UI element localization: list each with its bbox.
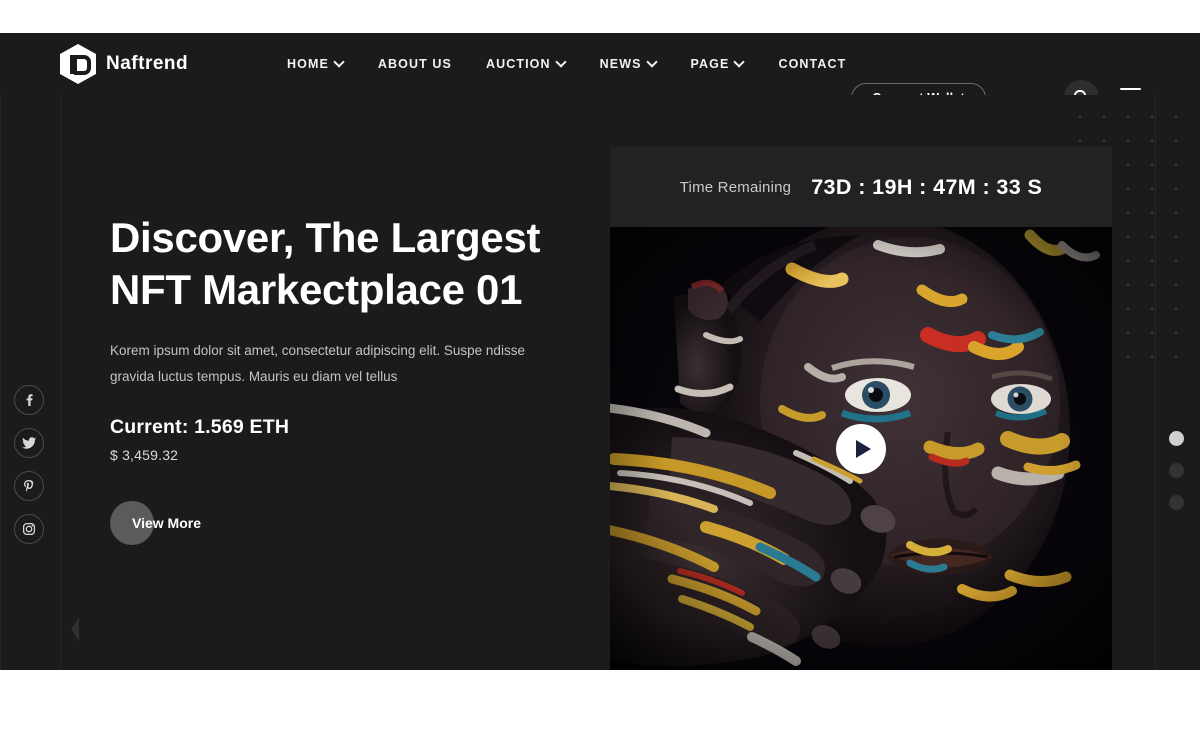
instagram-icon[interactable] [14, 514, 44, 544]
chevron-down-icon [648, 58, 657, 67]
chevron-down-icon [335, 58, 344, 67]
twitter-icon[interactable] [14, 428, 44, 458]
hero-section: Discover, The Largest NFT Markectplace 0… [0, 95, 1200, 670]
nav-item-about-us[interactable]: ABOUT US [361, 57, 469, 71]
nav-label: CONTACT [778, 57, 847, 71]
hero-divider-line-left [0, 95, 1, 670]
view-more-label: View More [132, 515, 201, 532]
main-navigation: HOME ABOUT US AUCTION NEWS PAGE CONTACT [270, 33, 863, 95]
top-white-strip [0, 0, 1200, 33]
slider-pagination [1169, 431, 1184, 510]
chevron-down-icon [735, 58, 744, 67]
social-links [14, 385, 44, 544]
current-price: Current: 1.569 ETH [110, 415, 290, 438]
hero-description: Korem ipsum dolor sit amet, consectetur … [110, 343, 525, 385]
slider-dot-1[interactable] [1169, 431, 1184, 446]
usd-price: $ 3,459.32 [110, 446, 179, 463]
facebook-icon[interactable] [14, 385, 44, 415]
page-root: Naftrend HOME ABOUT US AUCTION NEWS PAGE [0, 0, 1200, 750]
countdown-value: 73D : 19H : 47M : 33 S [811, 174, 1043, 199]
hexagon-d-logo-icon [60, 44, 96, 84]
nav-label: AUCTION [485, 57, 551, 71]
chevron-left-icon[interactable] [68, 615, 82, 643]
play-icon[interactable] [836, 423, 886, 474]
brand-logo[interactable]: Naftrend [60, 33, 188, 95]
nav-label: ABOUT US [377, 57, 452, 71]
nav-item-contact[interactable]: CONTACT [761, 57, 863, 71]
view-more-button[interactable]: View More [110, 500, 550, 546]
brand-name: Naftrend [106, 53, 189, 74]
nav-label: HOME [287, 57, 329, 71]
slider-dot-2[interactable] [1169, 463, 1184, 478]
nav-item-page[interactable]: PAGE [674, 57, 762, 71]
nav-item-auction[interactable]: AUCTION [469, 57, 583, 71]
nav-item-news[interactable]: NEWS [583, 57, 674, 71]
nav-label: PAGE [690, 57, 730, 71]
site-header: Naftrend HOME ABOUT US AUCTION NEWS PAGE [0, 33, 1200, 115]
nav-item-home[interactable]: HOME [270, 57, 361, 71]
hero-content: Discover, The Largest NFT Markectplace 0… [110, 212, 550, 546]
headline-line-2: NFT Markectplace 01 [110, 266, 523, 314]
nav-label: NEWS [599, 57, 642, 71]
countdown-label: Time Remaining [679, 178, 792, 196]
bottom-white-strip [0, 670, 1200, 750]
hero-divider-line-inner [60, 95, 61, 670]
countdown-bar: Time Remaining 73D : 19H : 47M : 33 S [610, 147, 1112, 227]
chevron-down-icon [557, 58, 566, 67]
hero-image [610, 227, 1112, 670]
page-title: Discover, The Largest NFT Markectplace 0… [110, 212, 550, 316]
pinterest-icon[interactable] [14, 471, 44, 501]
slider-dot-3[interactable] [1169, 495, 1184, 510]
hero-media-card: Time Remaining 73D : 19H : 47M : 33 S [610, 147, 1112, 670]
headline-line-1: Discover, The Largest [110, 214, 541, 261]
